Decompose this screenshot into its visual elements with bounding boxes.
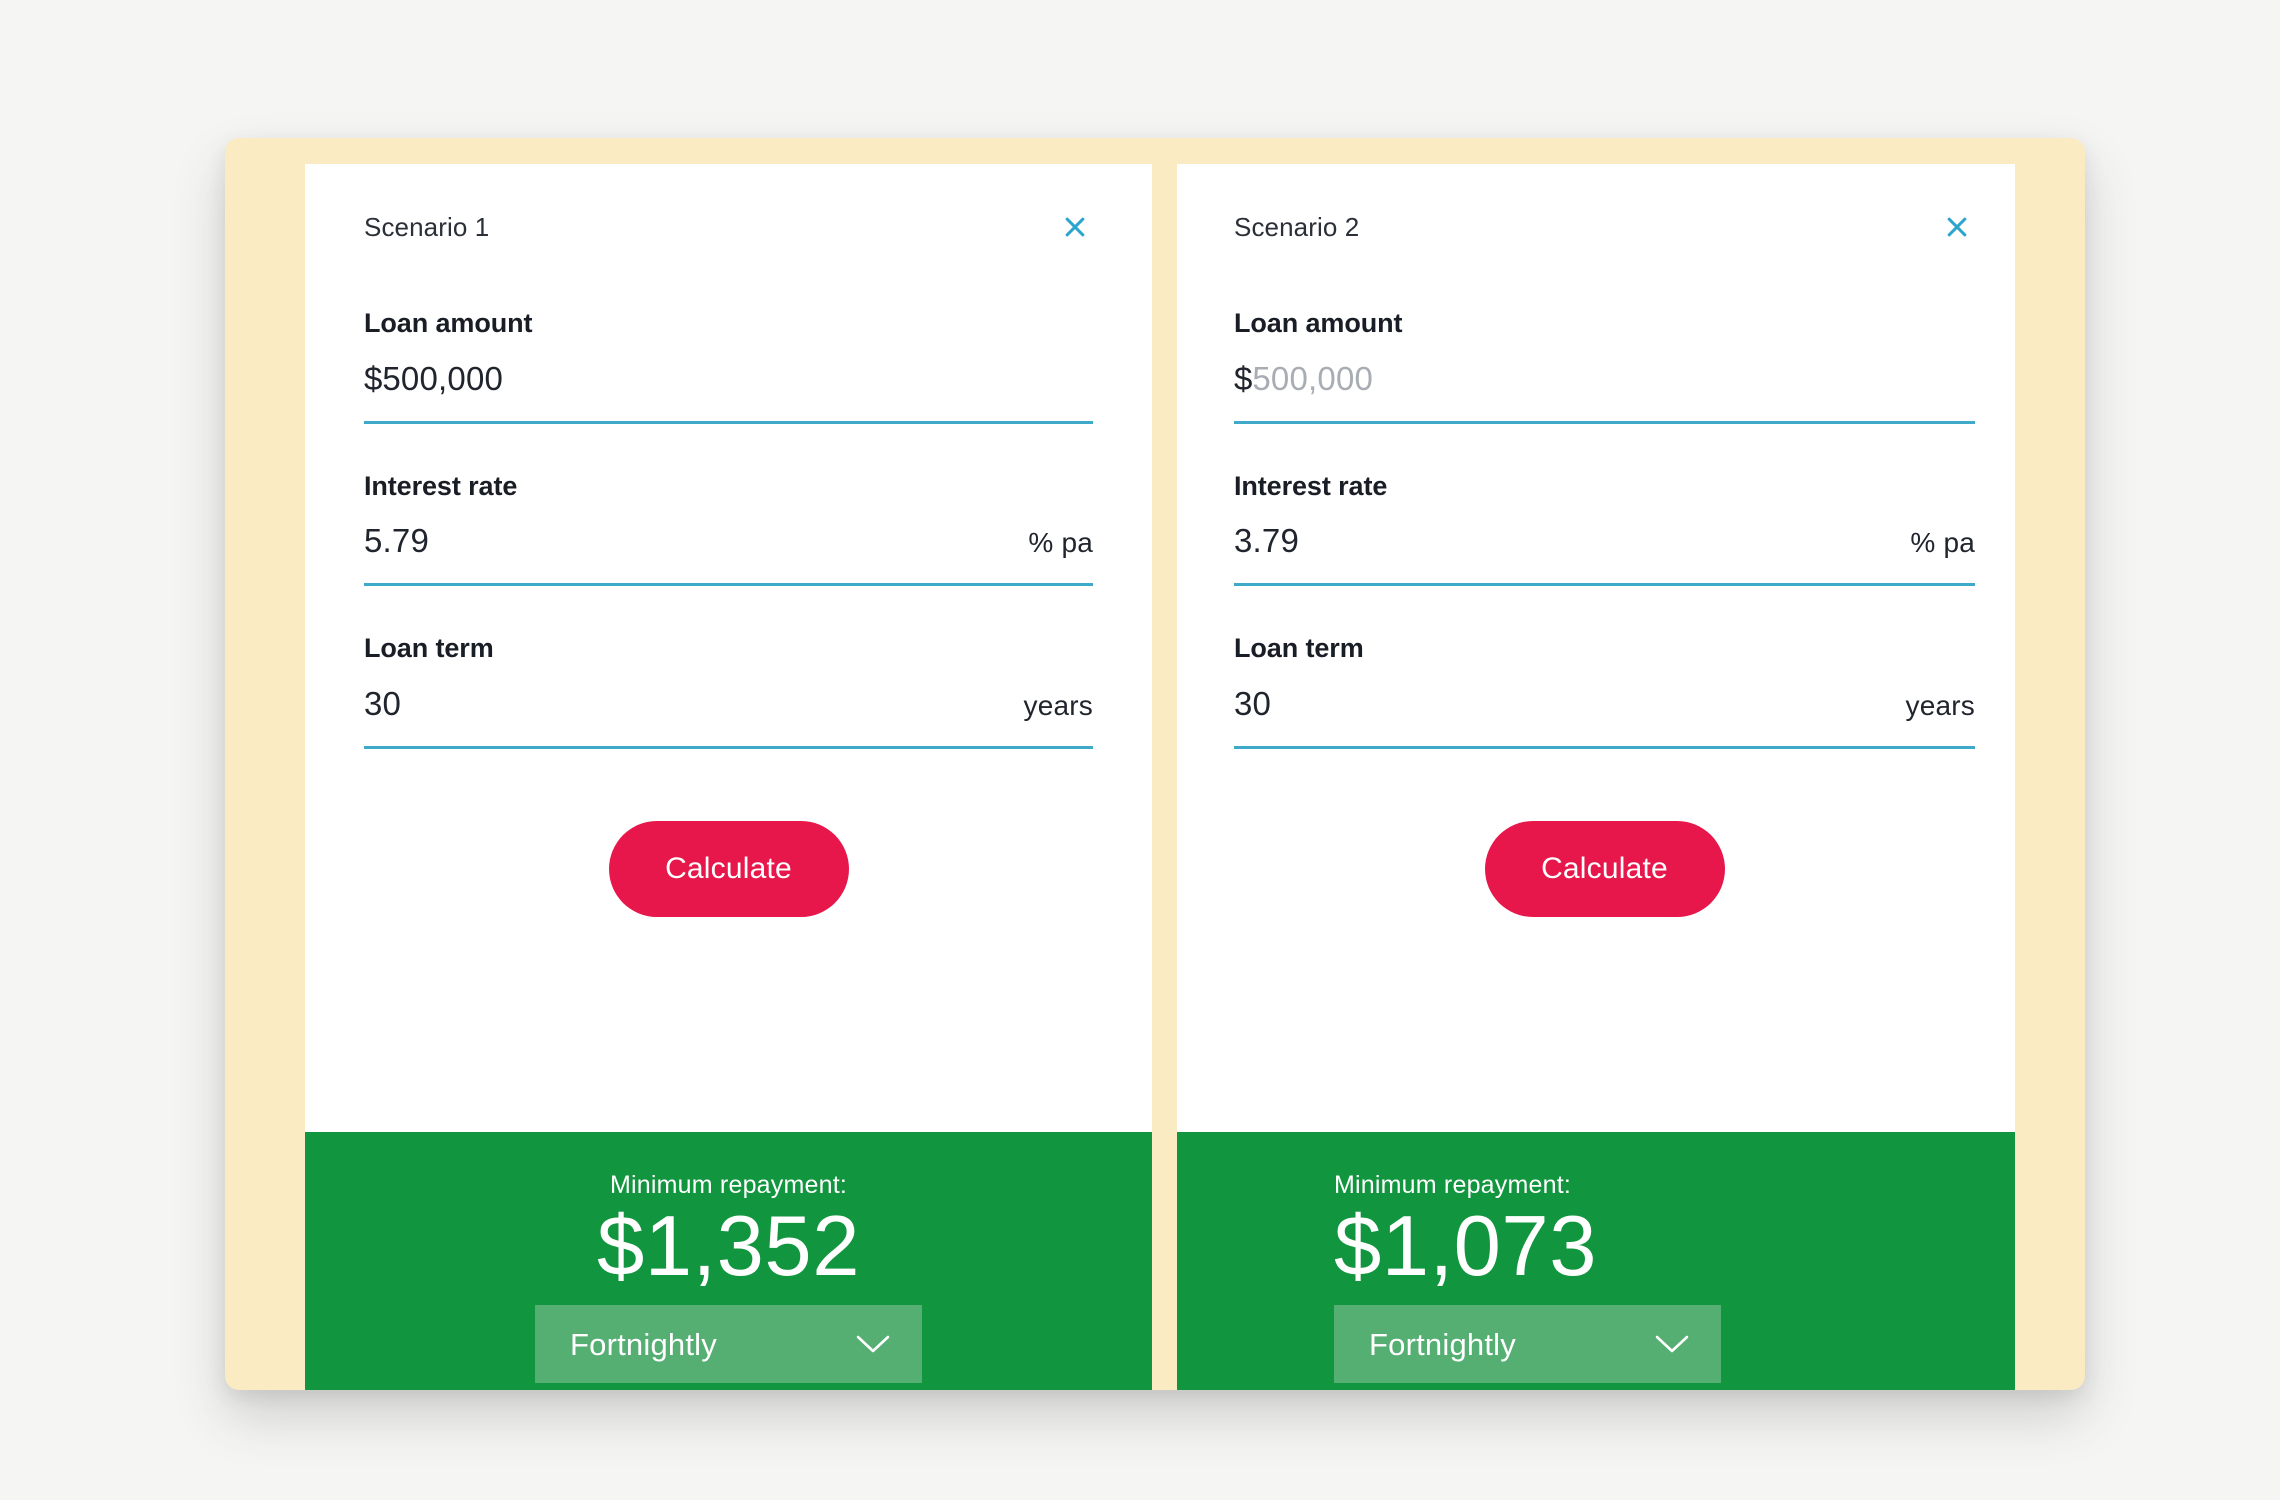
frequency-label-1: Fortnightly — [570, 1326, 717, 1362]
field-loan-amount-1: Loan amount $ 500,000 — [364, 308, 1093, 424]
loan-amount-input-2[interactable]: $ 500,000 — [1234, 362, 1975, 424]
calculate-button-2[interactable]: Calculate — [1484, 821, 1725, 918]
card-divider-gap — [1152, 164, 1177, 1390]
chevron-down-icon — [1655, 1334, 1689, 1354]
interest-rate-value-wrap-2: 3.79 — [1234, 524, 1299, 557]
scenario-card-2: Scenario 2 Loan amount $ 500,000 Interes… — [1177, 164, 2015, 1390]
loan-term-value-wrap-1: 30 — [364, 687, 401, 720]
result-caption-1: Minimum repayment: — [610, 1171, 847, 1199]
loan-term-value-wrap-2: 30 — [1234, 687, 1271, 720]
scenario-2-header: Scenario 2 — [1234, 209, 1975, 245]
interest-rate-label-1: Interest rate — [364, 470, 518, 501]
frequency-label-2: Fortnightly — [1369, 1326, 1516, 1362]
interest-rate-input-2[interactable]: 3.79 % pa — [1234, 524, 1975, 587]
frequency-select-1[interactable]: Fortnightly — [535, 1305, 922, 1384]
chevron-down-icon — [856, 1334, 890, 1354]
loan-amount-value-wrap-1: $ 500,000 — [364, 362, 503, 395]
interest-rate-input-1[interactable]: 5.79 % pa — [364, 524, 1093, 587]
interest-rate-label-2: Interest rate — [1234, 470, 1388, 501]
close-icon[interactable] — [1939, 209, 1975, 245]
loan-amount-label-2: Loan amount — [1234, 308, 1403, 338]
scenario-1-form: Scenario 1 Loan amount $ 500,000 Interes… — [305, 164, 1152, 1132]
calculate-row-1: Calculate — [364, 797, 1093, 971]
result-panel-2: Minimum repayment: $1,073 Fortnightly — [1177, 1132, 2015, 1390]
interest-rate-value-2: 3.79 — [1234, 522, 1300, 560]
field-interest-rate-2: Interest rate 3.79 % pa — [1234, 470, 1975, 587]
loan-term-input-2[interactable]: 30 years — [1234, 687, 1975, 750]
loan-amount-value-1: 500,000 — [382, 359, 504, 397]
scenario-2-form: Scenario 2 Loan amount $ 500,000 Interes… — [1177, 164, 2015, 1132]
interest-rate-suffix-2: % pa — [1910, 527, 1975, 559]
scenario-1-header: Scenario 1 — [364, 209, 1093, 245]
currency-prefix-1: $ — [364, 359, 383, 397]
loan-term-value-1: 30 — [364, 685, 402, 723]
field-loan-term-2: Loan term 30 years — [1234, 633, 1975, 750]
currency-prefix-2: $ — [1234, 359, 1253, 397]
loan-term-value-2: 30 — [1234, 685, 1272, 723]
loan-amount-value-2: 500,000 — [1252, 359, 1374, 397]
field-interest-rate-1: Interest rate 5.79 % pa — [364, 470, 1093, 587]
scenario-1-title: Scenario 1 — [364, 212, 490, 242]
frequency-select-2[interactable]: Fortnightly — [1334, 1305, 1721, 1384]
loan-term-input-1[interactable]: 30 years — [364, 687, 1093, 750]
interest-rate-value-1: 5.79 — [364, 522, 430, 560]
loan-term-suffix-1: years — [1023, 690, 1093, 722]
field-loan-amount-2: Loan amount $ 500,000 — [1234, 308, 1975, 424]
result-caption-2: Minimum repayment: — [1334, 1171, 1571, 1199]
calculate-button-1[interactable]: Calculate — [608, 821, 849, 918]
loan-amount-input-1[interactable]: $ 500,000 — [364, 362, 1093, 424]
loan-comparison-frame: Scenario 1 Loan amount $ 500,000 Interes… — [225, 138, 2085, 1390]
field-loan-term-1: Loan term 30 years — [364, 633, 1093, 750]
loan-term-label-2: Loan term — [1234, 633, 1364, 664]
calculate-row-2: Calculate — [1234, 797, 1975, 971]
result-amount-2: $1,073 — [1334, 1199, 1597, 1294]
loan-term-label-1: Loan term — [364, 633, 494, 664]
result-amount-1: $1,352 — [597, 1199, 860, 1294]
loan-amount-value-wrap-2: $ 500,000 — [1234, 362, 1373, 395]
loan-term-suffix-2: years — [1905, 690, 1975, 722]
close-icon[interactable] — [1057, 209, 1093, 245]
scenario-2-title: Scenario 2 — [1234, 212, 1360, 242]
loan-amount-label-1: Loan amount — [364, 308, 533, 338]
scenario-card-1: Scenario 1 Loan amount $ 500,000 Interes… — [305, 164, 1152, 1390]
result-panel-1: Minimum repayment: $1,352 Fortnightly — [305, 1132, 1152, 1390]
interest-rate-value-wrap-1: 5.79 — [364, 524, 429, 557]
interest-rate-suffix-1: % pa — [1028, 527, 1093, 559]
